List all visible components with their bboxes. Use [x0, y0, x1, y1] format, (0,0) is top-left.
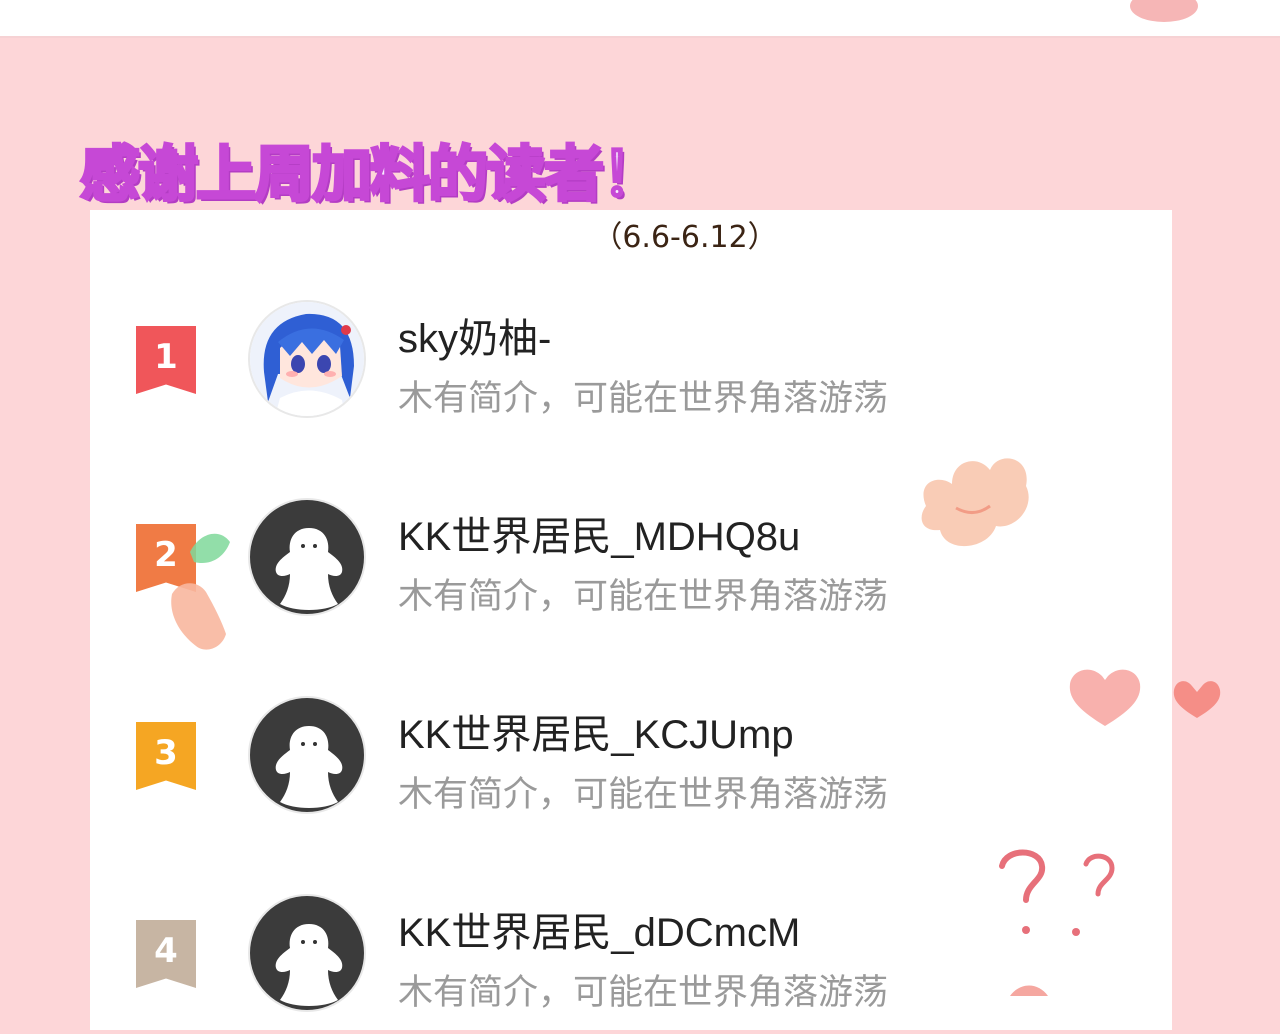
reader-name[interactable]: KK世界居民_dDCmcM — [398, 900, 800, 958]
reader-name[interactable]: KK世界居民_KCJUmp — [398, 702, 794, 760]
reader-bio: 木有简介，可能在世界角落游荡 — [398, 577, 889, 616]
question-marks-doodle-icon — [999, 849, 1115, 996]
heart-sticker-icon — [1069, 669, 1141, 726]
reader-name[interactable]: sky奶柚- — [398, 306, 551, 364]
reader-bio: 木有简介，可能在世界角落游荡 — [398, 973, 889, 1012]
top-white-strip — [0, 0, 1280, 38]
rank-badge: 4 — [136, 920, 196, 988]
reader-bio: 木有简介，可能在世界角落游荡 — [398, 379, 889, 418]
page-heading: 感谢上周加料的读者！ — [79, 139, 664, 212]
small-heart-icon — [1173, 681, 1221, 718]
hand-holding-leaf-icon — [171, 533, 230, 650]
reader-bio: 木有简介，可能在世界角落游荡 — [398, 775, 889, 814]
rank-badge: 1 — [136, 326, 196, 394]
rank-badge: 3 — [136, 722, 196, 790]
flower-sticker-icon — [921, 458, 1029, 547]
reader-row[interactable]: 1 sky奶柚- 木有简介，可能在世界角落游荡 — [0, 300, 1280, 440]
top-flower-icon — [1130, 0, 1198, 22]
default-ghost-avatar[interactable] — [248, 894, 366, 1012]
default-ghost-avatar[interactable] — [248, 498, 366, 616]
anime-girl-avatar[interactable] — [248, 300, 366, 418]
reader-name[interactable]: KK世界居民_MDHQ8u — [398, 504, 800, 562]
default-ghost-avatar[interactable] — [248, 696, 366, 814]
date-range: （6.6-6.12） — [592, 220, 778, 255]
